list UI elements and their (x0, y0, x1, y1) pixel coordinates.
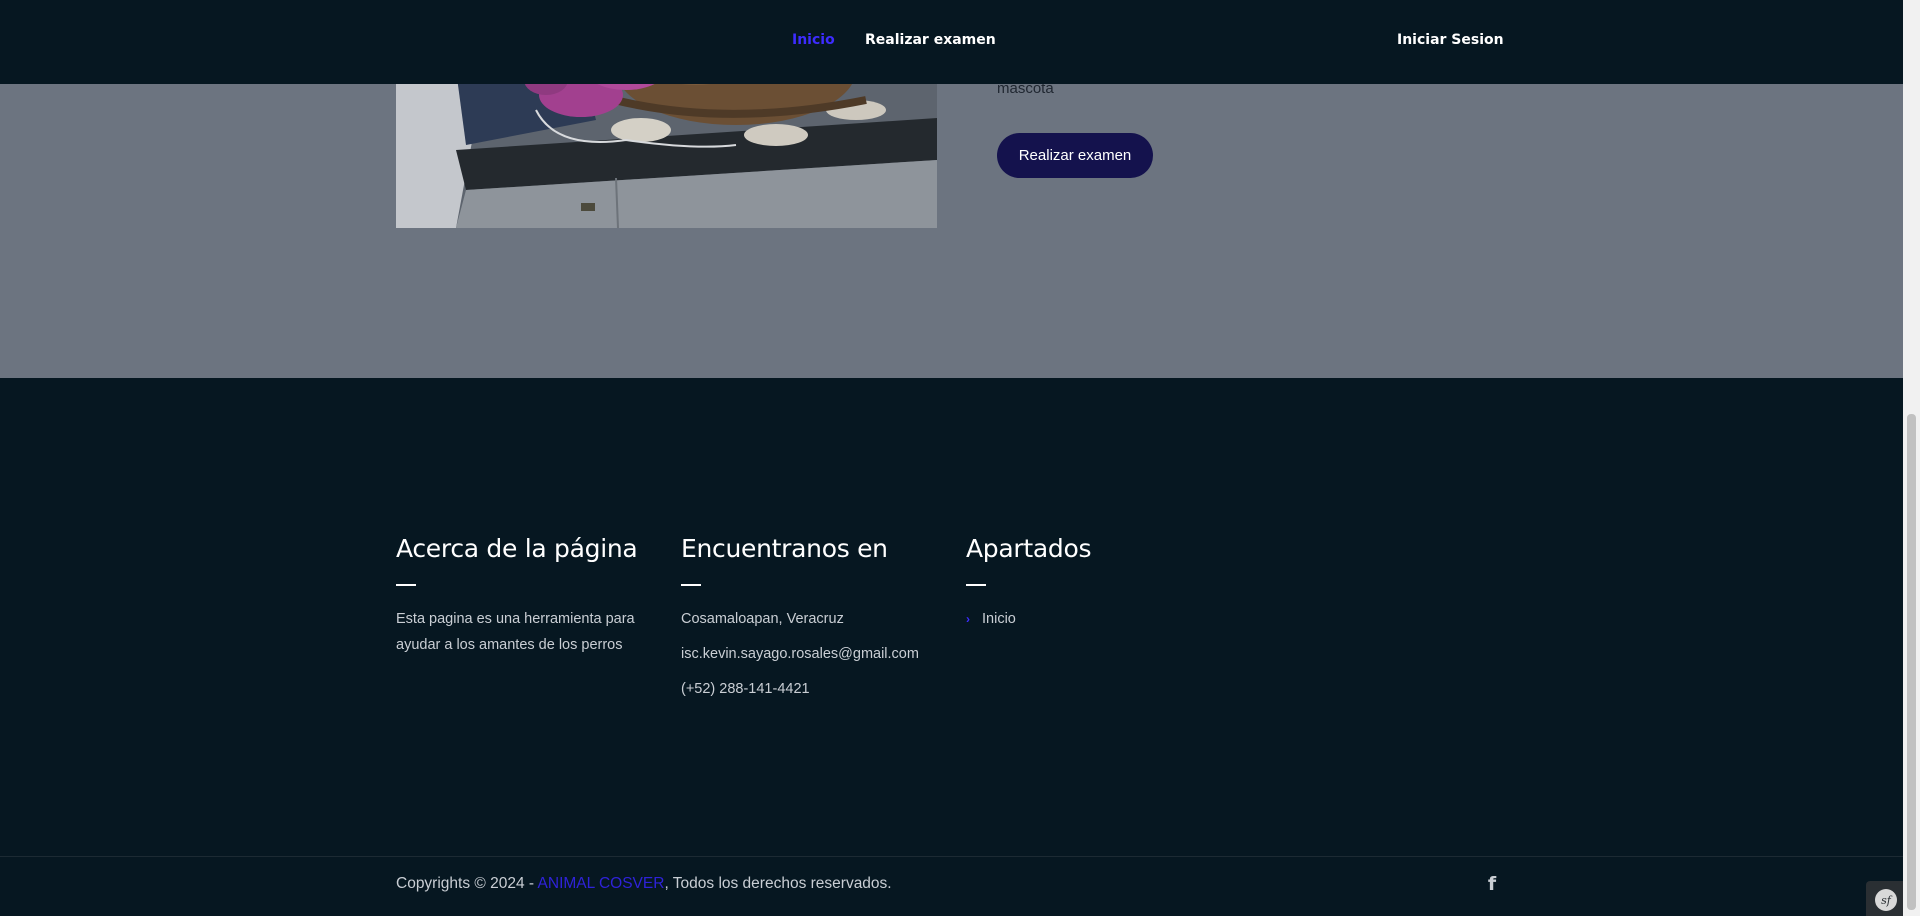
footer-sections-column: Apartados › Inicio (966, 534, 1091, 632)
copyright-text: Copyrights © 2024 - ANIMAL COSVER, Todos… (396, 875, 892, 893)
sections-title: Apartados (966, 534, 1092, 563)
title-divider (966, 584, 986, 586)
contact-email: isc.kevin.sayago.rosales@gmail.com (681, 646, 919, 662)
realizar-examen-button[interactable]: Realizar examen (997, 133, 1153, 178)
footer-contact-column: Encuentranos en Cosamaloapan, Veracruz i… (681, 534, 919, 711)
nav-link-inicio[interactable]: Inicio (792, 32, 835, 48)
page: mascota Realizar examen Inicio Realizar … (0, 0, 1903, 916)
nav-link-iniciar-sesion[interactable]: Iniciar Sesion (1397, 32, 1504, 48)
about-title: Acerca de la página (396, 534, 638, 563)
footer-link-inicio[interactable]: › Inicio (966, 606, 1091, 632)
nav-link-realizar-examen[interactable]: Realizar examen (865, 32, 996, 48)
contact-location: Cosamaloapan, Veracruz (681, 611, 844, 627)
contact-phone: (+52) 288-141-4421 (681, 681, 810, 697)
copyright-prefix: Copyrights © 2024 - (396, 875, 538, 892)
debug-toolbar-toggle[interactable]: sf (1866, 881, 1903, 916)
top-navbar: Inicio Realizar examen Iniciar Sesion (0, 0, 1903, 84)
copyright-suffix: , Todos los derechos reservados. (664, 875, 892, 892)
facebook-icon[interactable]: f (1484, 873, 1500, 895)
contact-title: Encuentranos en (681, 534, 888, 563)
title-divider (681, 584, 701, 586)
footer-link-label: Inicio (982, 611, 1016, 627)
page-scrollbar[interactable] (1903, 0, 1920, 916)
brand-link[interactable]: ANIMAL COSVER (538, 875, 665, 892)
scrollbar-thumb[interactable] (1907, 414, 1916, 910)
symfony-icon: sf (1875, 889, 1897, 911)
footer-divider (0, 856, 1903, 857)
footer: Acerca de la página Esta pagina es una h… (0, 378, 1903, 916)
footer-about-column: Acerca de la página Esta pagina es una h… (396, 534, 656, 658)
title-divider (396, 584, 416, 586)
about-text: Esta pagina es una herramienta para ayud… (396, 611, 635, 653)
chevron-right-icon: › (966, 612, 970, 626)
